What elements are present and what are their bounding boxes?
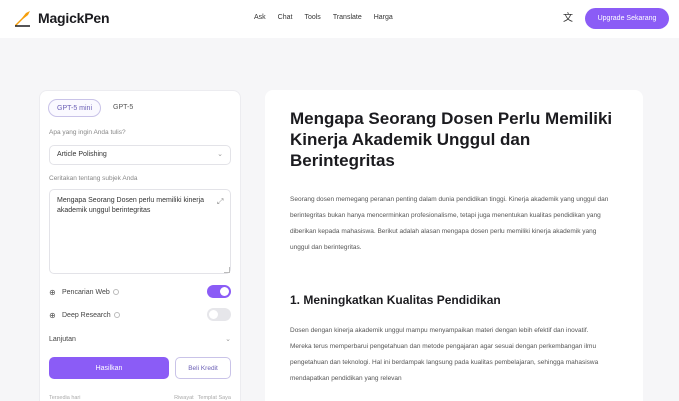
advanced-label: Lanjutan: [49, 335, 76, 343]
top-header: MagickPen Ask Chat Tools Translate Harga…: [0, 0, 679, 38]
deep-research-row: ⊕ Deep Research: [49, 308, 231, 322]
nav-translate[interactable]: Translate: [333, 14, 362, 21]
topic-label: Ceritakan tentang subjek Anda: [49, 175, 138, 182]
info-icon[interactable]: [112, 289, 119, 295]
history-link[interactable]: Riwayat: [174, 395, 194, 401]
upgrade-button[interactable]: Upgrade Sekarang: [585, 8, 669, 29]
brand-logo[interactable]: MagickPen: [14, 9, 110, 27]
model-tabs: GPT-5 mini GPT-5: [48, 99, 141, 117]
web-search-row: ⊕ Pencarian Web: [49, 285, 231, 299]
deep-research-toggle[interactable]: [207, 308, 231, 321]
tab-gpt5-mini[interactable]: GPT-5 mini: [48, 99, 102, 117]
generated-article: Mengapa Seorang Dosen Perlu Memiliki Kin…: [265, 90, 643, 401]
writer-form-panel: GPT-5 mini GPT-5 Apa yang ingin Anda tul…: [39, 90, 241, 401]
pen-logo-icon: [15, 11, 30, 27]
brand-name: MagickPen: [38, 10, 110, 26]
globe-icon: ⊕: [49, 310, 56, 320]
main-nav: Ask Chat Tools Translate Harga: [254, 14, 393, 21]
buy-credit-button[interactable]: Beli Kredit: [175, 357, 231, 379]
advanced-settings[interactable]: Lanjutan ⌄: [49, 333, 231, 345]
chevron-down-icon: ⌄: [217, 151, 223, 158]
section-heading: 1. Meningkatkan Kualitas Pendidikan: [290, 293, 501, 307]
expand-icon[interactable]: ⤢: [217, 197, 223, 207]
topic-textarea[interactable]: Mengapa Seorang Dosen perlu memiliki kin…: [49, 189, 231, 274]
chevron-down-icon: ⌄: [225, 336, 231, 343]
footer-left-text: Tersedia hari: [49, 395, 81, 401]
web-search-label: Pencarian Web: [62, 288, 110, 296]
panel-footer: Tersedia hari Riwayat Templat Saya: [49, 395, 231, 401]
article-intro: Seorang dosen memegang peranan penting d…: [290, 196, 609, 251]
globe-icon: ⊕: [49, 287, 56, 297]
nav-chat[interactable]: Chat: [278, 14, 293, 21]
generate-button[interactable]: Hasilkan: [49, 357, 169, 379]
section-body: Dosen dengan kinerja akademik unggul mam…: [290, 327, 599, 382]
task-label: Apa yang ingin Anda tulis?: [49, 129, 126, 136]
nav-ask[interactable]: Ask: [254, 14, 266, 21]
tab-gpt5[interactable]: GPT-5: [105, 99, 141, 117]
task-select-value: Article Polishing: [57, 151, 107, 158]
language-icon[interactable]: 文: [562, 13, 574, 25]
nav-tools[interactable]: Tools: [304, 14, 320, 21]
my-templates-link[interactable]: Templat Saya: [198, 395, 231, 401]
web-search-toggle[interactable]: [207, 285, 231, 298]
deep-research-label: Deep Research: [62, 311, 111, 319]
task-select[interactable]: Article Polishing ⌄: [49, 145, 231, 165]
resize-handle-icon[interactable]: [224, 267, 230, 273]
nav-pricing[interactable]: Harga: [374, 14, 393, 21]
info-icon[interactable]: [113, 312, 120, 318]
article-title: Mengapa Seorang Dosen Perlu Memiliki Kin…: [290, 109, 613, 170]
